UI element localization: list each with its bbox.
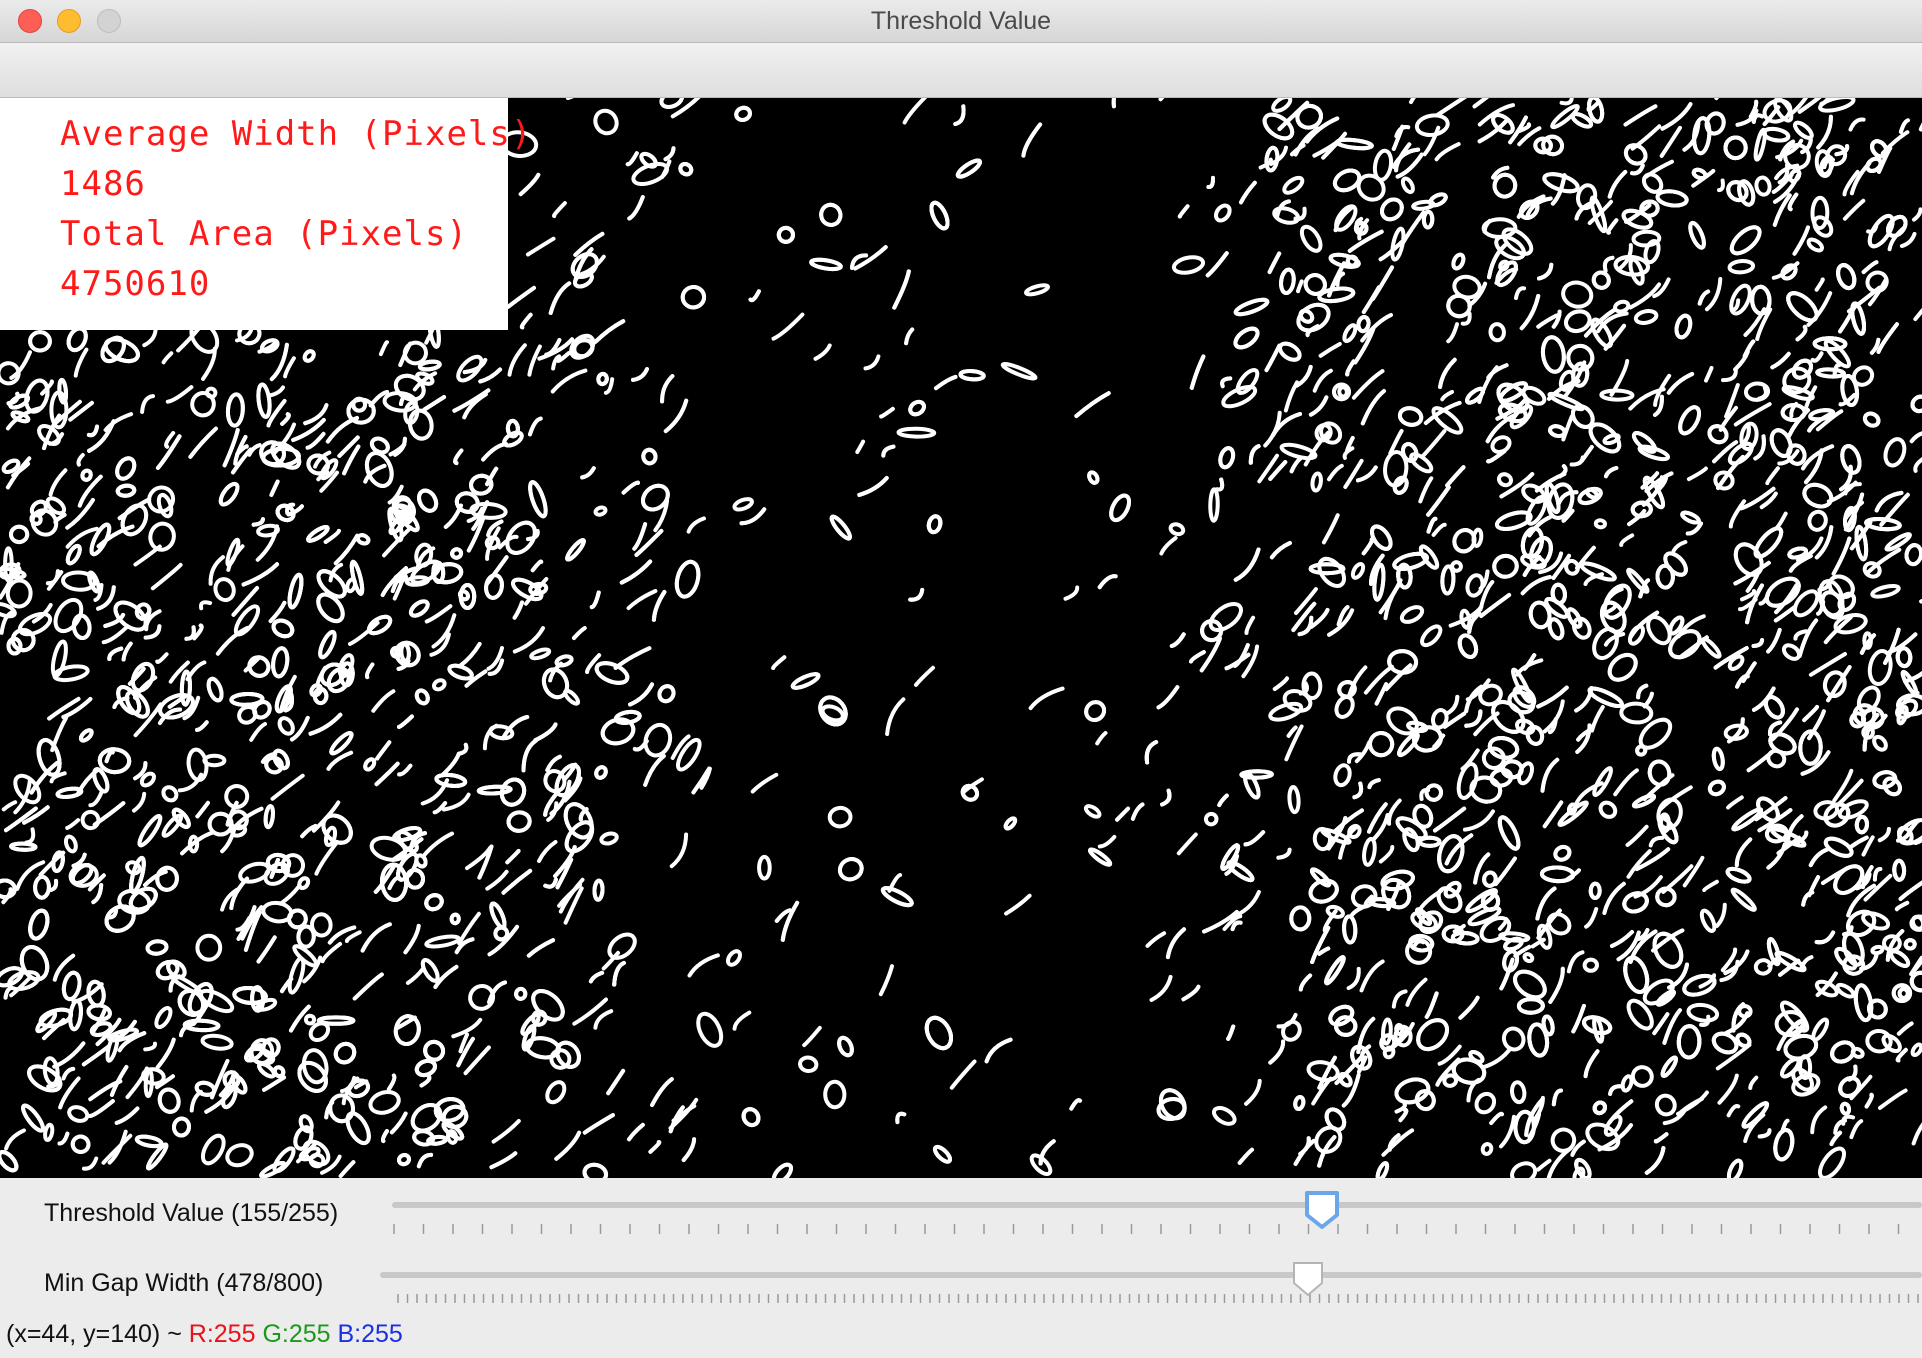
cursor-coordinates: (x=44, y=140) ~ — [6, 1320, 182, 1348]
min-gap-width-trackbar-label: Min Gap Width (478/800) — [44, 1269, 324, 1297]
window-title-bar: Threshold Value — [0, 0, 1922, 43]
threshold-trackbar-thumb[interactable] — [1304, 1190, 1340, 1230]
threshold-trackbar-ticks — [393, 1224, 1900, 1234]
total-area-value: 4750610 — [60, 264, 211, 304]
pixel-status-bar: (x=44, y=140) ~ R:255 G:255 B:255 — [6, 1320, 403, 1349]
average-width-label: Average Width (Pixels) — [60, 114, 533, 154]
toolbar — [0, 43, 1922, 98]
total-area-label: Total Area (Pixels) — [60, 214, 468, 254]
window-title: Threshold Value — [870, 7, 1052, 35]
threshold-trackbar-label: Threshold Value (155/255) — [44, 1199, 339, 1227]
threshold-trackbar[interactable] — [392, 1202, 1922, 1208]
min-gap-width-trackbar-ticks — [397, 1294, 1919, 1303]
pixel-green-value: G:255 — [262, 1320, 331, 1348]
threshold-image-view[interactable]: Average Width (Pixels) 1486 Total Area (… — [0, 98, 1922, 1178]
measurement-overlay: Average Width (Pixels) 1486 Total Area (… — [0, 98, 531, 330]
min-gap-width-trackbar-thumb[interactable] — [1291, 1260, 1325, 1298]
pixel-blue-value: B:255 — [337, 1320, 403, 1348]
pixel-red-value: R:255 — [188, 1320, 256, 1348]
min-gap-width-trackbar[interactable] — [380, 1272, 1922, 1278]
average-width-value: 1486 — [60, 164, 146, 204]
